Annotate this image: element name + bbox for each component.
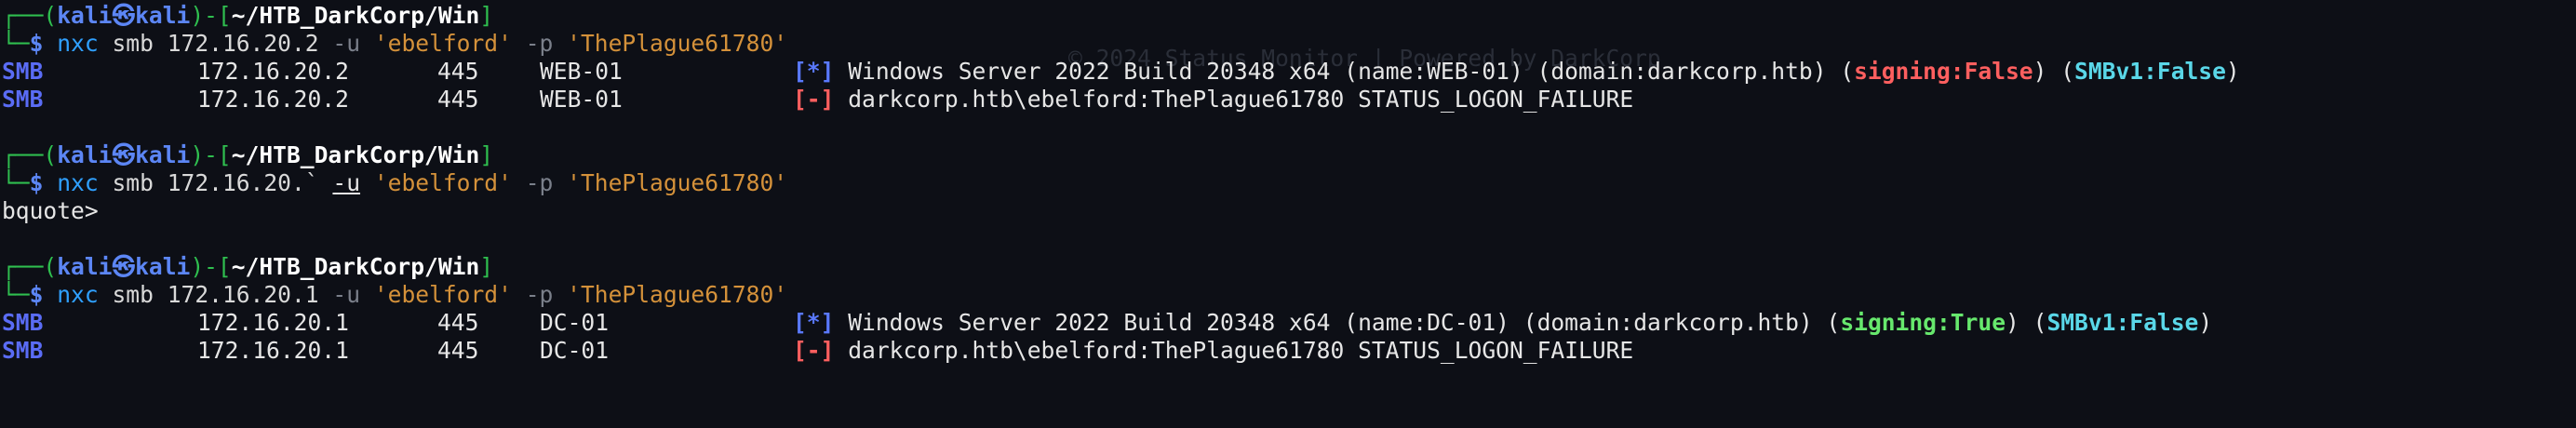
prompt-host: kali: [135, 2, 191, 29]
prompt-user: kali: [57, 253, 113, 280]
prompt-at-icon: ㉿: [112, 253, 136, 280]
signing-status: signing:False: [1854, 58, 2033, 85]
prompt-bracket: )-[: [190, 2, 232, 29]
terminal-window[interactable]: © 2024 Status Monitor | Powered by DarkC…: [0, 0, 2576, 428]
row-ip: 172.16.20.2: [197, 86, 349, 113]
prompt-bracket: )-[: [190, 253, 232, 280]
prompt-corner: ┌──(: [2, 253, 58, 280]
command-user-flag: -u: [332, 169, 361, 196]
output-row: SMB 172.16.20.2 445 WEB-01 [*] Windows Serve…: [0, 58, 2576, 86]
prompt-corner-bottom: └─: [2, 30, 30, 57]
command-line[interactable]: └─$ nxc smb 172.16.20.1 -u 'ebelford' -p…: [0, 281, 2576, 309]
command-line[interactable]: └─$ nxc smb 172.16.20.` -u 'ebelford' -p…: [0, 169, 2576, 197]
command-bin: nxc: [57, 169, 99, 196]
row-port: 445: [437, 86, 479, 113]
command-proto: smb: [112, 169, 154, 196]
output-row: SMB 172.16.20.1 445 DC-01 [-] darkcorp.htb\e…: [0, 337, 2576, 365]
command-pass: 'ThePlague61780': [567, 281, 788, 308]
prompt-line: ┌──(kali㉿kali)-[~/HTB_DarkCorp/Win]: [0, 253, 2576, 281]
row-host: DC-01: [540, 309, 610, 336]
row-ip: 172.16.20.2: [197, 58, 349, 85]
prompt-corner-bottom: └─: [2, 281, 30, 308]
command-pass-flag: -p: [525, 30, 554, 57]
prompt-path: ~/HTB_DarkCorp/Win: [231, 253, 480, 280]
command-proto: smb: [112, 281, 154, 308]
row-proto: SMB: [2, 86, 44, 113]
prompt-dollar: $: [29, 30, 44, 57]
row-proto: SMB: [2, 58, 44, 85]
command-user: 'ebelford': [373, 30, 512, 57]
row-ip: 172.16.20.1: [197, 337, 349, 364]
row-sep: ) (: [2033, 58, 2075, 85]
row-close: ): [2225, 58, 2240, 85]
row-port: 445: [437, 58, 479, 85]
prompt-path: ~/HTB_DarkCorp/Win: [231, 2, 480, 29]
info-tag: [*]: [793, 309, 835, 336]
row-message: Windows Server 2022 Build 20348 x64 (nam…: [848, 309, 1841, 336]
fail-tag: [-]: [793, 337, 835, 364]
prompt-user: kali: [57, 2, 113, 29]
prompt-host: kali: [135, 253, 191, 280]
prompt-dollar: $: [29, 281, 44, 308]
command-pass: 'ThePlague61780': [567, 30, 788, 57]
row-message: darkcorp.htb\ebelford:ThePlague61780 STA…: [848, 86, 1634, 113]
row-host: WEB-01: [540, 86, 623, 113]
command-target: 172.16.20.1: [167, 281, 319, 308]
continuation-prompt: bquote>: [2, 197, 99, 224]
row-message: darkcorp.htb\ebelford:ThePlague61780 STA…: [848, 337, 1634, 364]
prompt-corner-bottom: └─: [2, 169, 30, 196]
output-row: SMB 172.16.20.1 445 DC-01 [*] Windows Server…: [0, 309, 2576, 337]
row-ip: 172.16.20.1: [197, 309, 349, 336]
command-pass-flag: -p: [525, 169, 554, 196]
prompt-at-icon: ㉿: [112, 141, 136, 168]
row-close: ): [2198, 309, 2213, 336]
command-proto: smb: [112, 30, 154, 57]
smbv1-status: SMBv1:False: [2074, 58, 2226, 85]
prompt-line: ┌──(kali㉿kali)-[~/HTB_DarkCorp/Win]: [0, 2, 2576, 30]
smbv1-status: SMBv1:False: [2046, 309, 2199, 336]
command-target: 172.16.20.2: [167, 30, 319, 57]
command-user-flag: -u: [332, 281, 361, 308]
row-port: 445: [437, 337, 479, 364]
prompt-path: ~/HTB_DarkCorp/Win: [231, 141, 480, 168]
row-proto: SMB: [2, 309, 44, 336]
command-pass-flag: -p: [525, 281, 554, 308]
command-pass: 'ThePlague61780': [567, 169, 788, 196]
signing-status: signing:True: [1840, 309, 2006, 336]
prompt-bracket: )-[: [190, 141, 232, 168]
prompt-corner: ┌──(: [2, 141, 58, 168]
prompt-dollar: $: [29, 169, 44, 196]
command-bin: nxc: [57, 281, 99, 308]
command-user: 'ebelford': [373, 281, 512, 308]
row-host: WEB-01: [540, 58, 623, 85]
fail-tag: [-]: [793, 86, 835, 113]
prompt-corner: ┌──(: [2, 2, 58, 29]
prompt-host: kali: [135, 141, 191, 168]
prompt-user: kali: [57, 141, 113, 168]
command-line[interactable]: └─$ nxc smb 172.16.20.2 -u 'ebelford' -p…: [0, 30, 2576, 58]
prompt-line: ┌──(kali㉿kali)-[~/HTB_DarkCorp/Win]: [0, 141, 2576, 169]
row-sep: ) (: [2006, 309, 2047, 336]
command-user-flag: -u: [332, 30, 361, 57]
command-user: 'ebelford': [373, 169, 512, 196]
row-proto: SMB: [2, 337, 44, 364]
prompt-bracket-end: ]: [479, 141, 494, 168]
row-message: Windows Server 2022 Build 20348 x64 (nam…: [848, 58, 1855, 85]
prompt-bracket-end: ]: [479, 253, 494, 280]
prompt-bracket-end: ]: [479, 2, 494, 29]
row-port: 445: [437, 309, 479, 336]
command-target: 172.16.20.`: [167, 169, 319, 196]
prompt-at-icon: ㉿: [112, 2, 136, 29]
command-bin: nxc: [57, 30, 99, 57]
info-tag: [*]: [793, 58, 835, 85]
output-row: SMB 172.16.20.2 445 WEB-01 [-] darkcorp.htb\…: [0, 86, 2576, 114]
row-host: DC-01: [540, 337, 610, 364]
